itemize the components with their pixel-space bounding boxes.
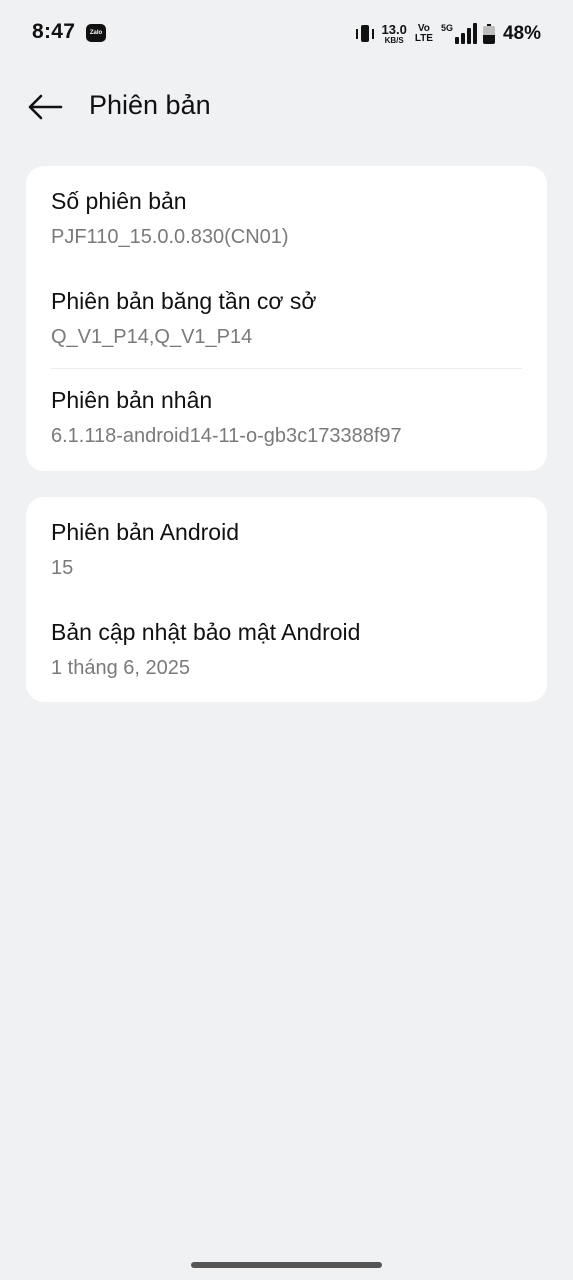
version-info-card: Số phiên bản PJF110_15.0.0.830(CN01) Phi… [26,166,547,471]
android-info-card: Phiên bản Android 15 Bản cập nhật bảo mậ… [26,497,547,702]
vibrate-icon [355,23,374,45]
build-number-item[interactable]: Số phiên bản PJF110_15.0.0.830(CN01) [51,188,522,249]
network-speed-indicator: 13.0 KB/S [382,23,407,45]
page-title: Phiên bản [89,90,211,120]
app-bar: Phiên bản [0,80,573,134]
volte-bottom: LTE [414,33,433,44]
baseband-version-value: Q_V1_P14,Q_V1_P14 [51,326,253,348]
security-patch-value: 1 tháng 6, 2025 [51,657,191,679]
android-version-item[interactable]: Phiên bản Android 15 [51,519,522,580]
back-button[interactable] [22,84,68,130]
kernel-version-label: Phiên bản nhân [51,387,213,413]
security-patch-item[interactable]: Bản cập nhật bảo mật Android 1 tháng 6, … [51,619,522,680]
network-speed-unit: KB/S [384,36,404,45]
build-number-value: PJF110_15.0.0.830(CN01) [51,226,289,248]
android-version-label: Phiên bản Android [51,519,239,545]
battery-percent: 48% [502,23,541,44]
status-bar: 8:47 Zalo 13.0 KB/S Vo LTE 5G 48% [0,0,573,68]
baseband-version-label: Phiên bản băng tần cơ sở [51,288,317,314]
zalo-notification-icon: Zalo [86,24,106,42]
baseband-version-item[interactable]: Phiên bản băng tần cơ sở Q_V1_P14,Q_V1_P… [51,288,522,349]
kernel-version-item[interactable]: Phiên bản nhân 6.1.118-android14-11-o-gb… [51,387,522,448]
zalo-icon-label: Zalo [89,30,103,36]
cellular-signal-icon: 5G [440,23,477,45]
volte-icon: Vo LTE [415,24,433,44]
security-patch-label: Bản cập nhật bảo mật Android [51,619,361,645]
divider [51,368,522,369]
status-time: 8:47 [32,20,76,43]
android-version-value: 15 [51,557,74,579]
battery-icon [482,24,495,44]
build-number-label: Số phiên bản [51,188,187,214]
home-indicator[interactable] [191,1262,382,1268]
kernel-version-value: 6.1.118-android14-11-o-gb3c173388f97 [51,425,402,447]
network-speed-value: 13.0 [381,22,407,37]
arrow-left-icon [28,94,63,120]
network-type-label: 5G [440,23,453,33]
status-icons: 13.0 KB/S Vo LTE 5G 48% [355,20,541,48]
